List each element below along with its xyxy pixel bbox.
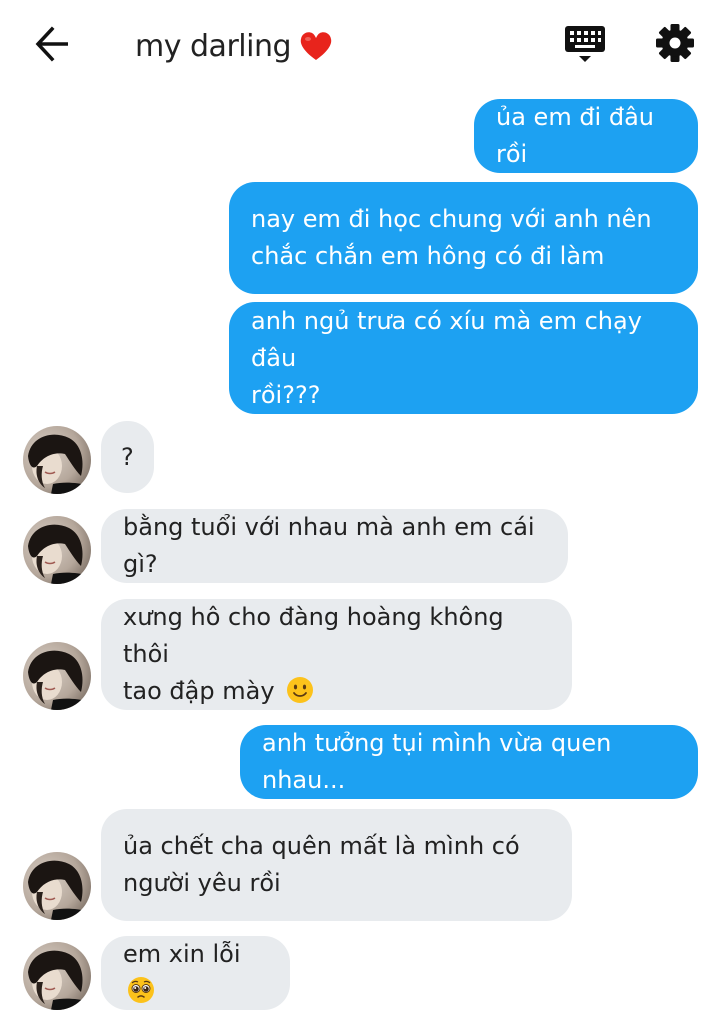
message-text: nay em đi học chung với anh nên chắc chắ… [251,205,652,270]
message-text: ủa chết cha quên mất là mình có người yê… [123,832,520,897]
message-bubble-sent[interactable]: anh ngủ trưa có xíu mà em chạy đâu rồi??… [229,302,698,414]
settings-button[interactable] [652,20,698,66]
chat-header: my darling [0,0,720,92]
message-text: ? [121,442,134,471]
message-text: anh ngủ trưa có xíu mà em chạy đâu rồi??… [251,306,642,409]
avatar[interactable] [23,516,91,584]
pleading-face-icon [128,977,154,1003]
message-bubble-received[interactable]: bằng tuổi với nhau mà anh em cái gì? [101,509,568,583]
avatar[interactable] [23,942,91,1010]
contact-name: my darling [135,28,292,64]
gear-icon [656,24,694,62]
avatar[interactable] [23,642,91,710]
message-bubble-sent[interactable]: anh tưởng tụi mình vừa quen nhau... [240,725,698,799]
avatar[interactable] [23,852,91,920]
back-button[interactable] [30,24,74,64]
slightly-smiling-face-icon [287,677,314,703]
red-heart-icon [300,32,332,60]
message-bubble-received[interactable]: ? [101,421,154,493]
message-text: ủa em đi đâu rồi [496,103,655,168]
message-bubble-sent[interactable]: nay em đi học chung với anh nên chắc chắ… [229,182,698,294]
message-text: xưng hô cho đàng hoàng không thôi tao đậ… [123,603,504,705]
message-text: em xin lỗi [123,936,268,1010]
message-text: bằng tuổi với nhau mà anh em cái gì? [123,513,535,578]
avatar[interactable] [23,426,91,494]
message-text: anh tưởng tụi mình vừa quen nhau... [262,729,612,794]
conversation-title[interactable]: my darling [135,24,333,68]
arrow-left-icon [35,26,68,62]
keyboard-icon [565,26,605,62]
keyboard-button[interactable] [562,20,608,66]
message-bubble-received[interactable]: xưng hô cho đàng hoàng không thôi tao đậ… [101,599,572,710]
message-bubble-sent[interactable]: ủa em đi đâu rồi [474,99,698,173]
message-bubble-received[interactable]: em xin lỗi [101,936,290,1010]
message-bubble-received[interactable]: ủa chết cha quên mất là mình có người yê… [101,809,572,921]
